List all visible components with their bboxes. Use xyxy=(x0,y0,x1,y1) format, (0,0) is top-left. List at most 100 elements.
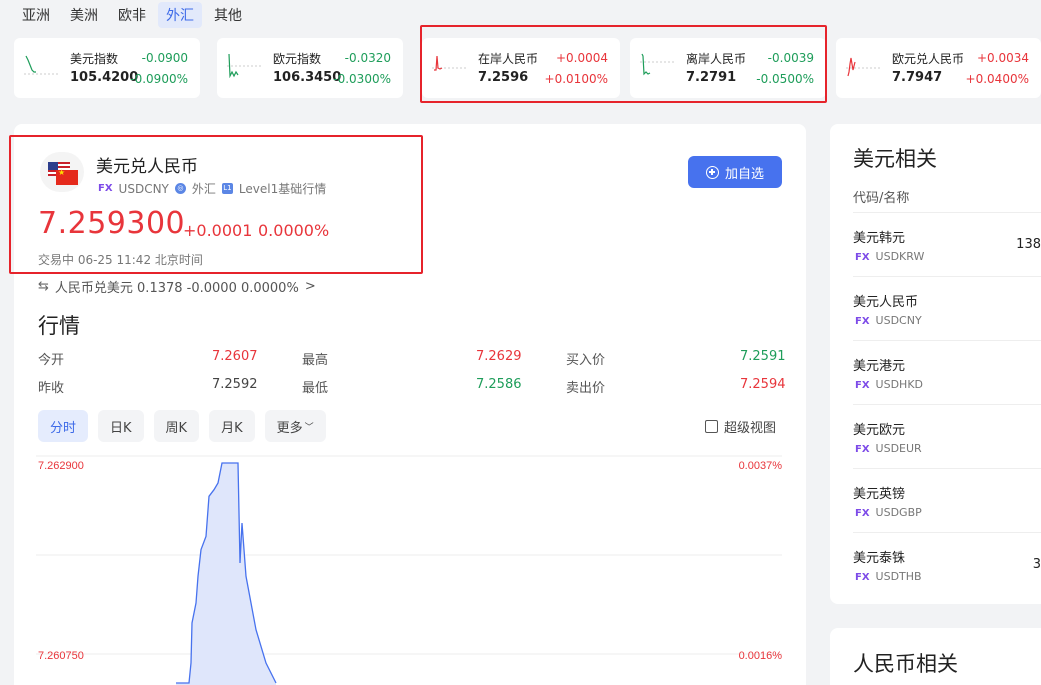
level-badge-icon: L1 xyxy=(221,183,233,194)
fx-tag: FX xyxy=(855,316,870,327)
related-item-name: 美元韩元 xyxy=(853,231,906,246)
tab-asia[interactable]: 亚洲 xyxy=(14,2,58,28)
stat-value-open: 7.2607 xyxy=(212,349,258,364)
ticker-pct: -0.0900% xyxy=(130,72,188,86)
y-tick-right-mid: 0.0016% xyxy=(739,650,783,662)
cny-related-title: 人民币相关 xyxy=(853,652,958,676)
fx-tag: FX xyxy=(855,508,870,519)
ticker-card-onshore-cny[interactable]: 在岸人民币 7.2596 +0.0004 +0.0100% xyxy=(422,38,620,98)
related-item-code: USDTHB xyxy=(875,570,922,583)
related-item-name: 美元港元 xyxy=(853,359,906,374)
trading-status: 交易中 06-25 11:42 北京时间 xyxy=(38,253,203,267)
tab-more[interactable]: 更多 ﹀ xyxy=(264,410,326,442)
ticker-pct: -0.0300% xyxy=(333,72,391,86)
ticker-price: 7.2791 xyxy=(686,70,737,85)
stat-label-high: 最高 xyxy=(302,353,329,368)
ticker-price: 7.7947 xyxy=(892,70,943,85)
ticker-card-eur-cny[interactable]: 欧元兑人民币 7.7947 +0.0034 +0.0400% xyxy=(836,38,1041,98)
ticker-change: -0.0900 xyxy=(141,51,188,65)
tab-monthly-k[interactable]: 月K xyxy=(209,410,255,442)
column-header-code-name: 代码/名称 xyxy=(853,191,910,206)
usd-related-title: 美元相关 xyxy=(853,147,937,171)
china-flag-icon xyxy=(56,168,78,185)
sparkline-icon xyxy=(227,53,263,78)
sparkline-icon xyxy=(24,55,60,75)
fx-tag: FX xyxy=(855,380,870,391)
stat-value-bid: 7.2591 xyxy=(740,349,786,364)
ticker-card-offshore-cny[interactable]: 离岸人民币 7.2791 -0.0039 -0.0500% xyxy=(630,38,826,98)
stat-value-prev-close: 7.2592 xyxy=(212,377,258,392)
related-item-usdthb[interactable]: 美元泰铢 FX USDTHB 3 xyxy=(853,532,1041,596)
fx-tag: FX xyxy=(855,572,870,583)
tab-other[interactable]: 其他 xyxy=(206,2,250,28)
related-item-usdgbp[interactable]: 美元英镑 FX USDGBP xyxy=(853,468,1041,532)
fx-tag: FX xyxy=(855,252,870,263)
ticker-name: 在岸人民币 xyxy=(478,52,539,66)
ticker-name: 欧元兑人民币 xyxy=(892,52,965,66)
related-item-name: 美元英镑 xyxy=(853,487,906,502)
related-item-code: USDCNY xyxy=(875,314,922,327)
stat-label-low: 最低 xyxy=(302,381,329,396)
y-tick-right-top: 0.0037% xyxy=(739,460,783,472)
related-item-code: USDHKD xyxy=(875,378,924,391)
related-item-name: 美元泰铢 xyxy=(853,551,906,566)
y-tick-left-top: 7.262900 xyxy=(38,460,84,472)
expand-view-icon xyxy=(705,420,718,433)
add-to-watchlist-button[interactable]: 加自选 xyxy=(688,156,782,188)
y-tick-left-mid: 7.260750 xyxy=(38,650,84,662)
ticker-pct: +0.0400% xyxy=(965,72,1029,86)
sparkline-icon xyxy=(432,55,468,71)
related-item-value: 138 xyxy=(1016,237,1041,252)
related-item-code: USDEUR xyxy=(875,442,922,455)
instrument-category: 外汇 xyxy=(191,182,216,196)
tab-americas[interactable]: 美洲 xyxy=(62,2,106,28)
related-item-name: 美元欧元 xyxy=(853,423,906,438)
stat-label-open: 今开 xyxy=(38,353,65,368)
currency-pair-flag-icon xyxy=(40,152,86,192)
add-button-label: 加自选 xyxy=(724,166,764,182)
instrument-code: USDCNY xyxy=(118,181,169,196)
tab-intraday[interactable]: 分时 xyxy=(38,410,89,442)
tab-europe-africa[interactable]: 欧非 xyxy=(110,2,154,28)
current-price: 7.259300 xyxy=(38,206,186,241)
chevron-right-icon: > xyxy=(304,279,316,294)
price-change: +0.0001 xyxy=(183,221,253,240)
tab-forex[interactable]: 外汇 xyxy=(158,2,202,28)
related-item-usdhkd[interactable]: 美元港元 FX USDHKD xyxy=(853,340,1041,404)
ticker-change: -0.0320 xyxy=(344,51,391,65)
ticker-change: +0.0034 xyxy=(976,51,1029,65)
ticker-name: 欧元指数 xyxy=(273,52,322,66)
ticker-pct: +0.0100% xyxy=(544,72,608,86)
ticker-name: 美元指数 xyxy=(70,52,119,66)
fx-tag: FX xyxy=(855,444,870,455)
related-item-usdkrw[interactable]: 美元韩元 FX USDKRW 138 xyxy=(853,212,1041,276)
sparkline-icon xyxy=(846,57,882,77)
related-item-code: USDGBP xyxy=(875,506,922,519)
related-item-value: 3 xyxy=(1032,557,1041,572)
price-change-pct: 0.0000% xyxy=(258,221,330,240)
inverse-rate-text: 人民币兑美元 0.1378 -0.0000 0.0000% xyxy=(54,281,299,296)
stat-value-ask: 7.2594 xyxy=(740,377,786,392)
quote-level: Level1基础行情 xyxy=(238,182,327,196)
market-section-title: 行情 xyxy=(38,314,80,338)
more-label: 更多 xyxy=(276,420,303,436)
stat-value-high: 7.2629 xyxy=(476,349,522,364)
tab-weekly-k[interactable]: 周K xyxy=(153,410,200,442)
fx-tag: FX xyxy=(98,183,113,194)
ticker-change: +0.0004 xyxy=(555,51,608,65)
stat-value-low: 7.2586 xyxy=(476,377,522,392)
region-tabs: 亚洲 美洲 欧非 外汇 其他 xyxy=(14,2,250,28)
tab-daily-k[interactable]: 日K xyxy=(98,410,144,442)
ticker-pct: -0.0500% xyxy=(756,72,814,86)
inverse-rate-link[interactable]: ⇆ 人民币兑美元 0.1378 -0.0000 0.0000% > xyxy=(38,277,316,296)
sparkline-icon xyxy=(640,53,676,76)
intraday-chart: 7.262900 7.260750 0.0037% 0.0016% xyxy=(36,455,783,685)
stat-label-ask: 卖出价 xyxy=(566,381,606,396)
ticker-card-eur-index[interactable]: 欧元指数 106.3450 -0.0320 -0.0300% xyxy=(217,38,403,98)
related-item-usdcny[interactable]: 美元人民币 FX USDCNY xyxy=(853,276,1041,340)
related-item-usdeur[interactable]: 美元欧元 FX USDEUR xyxy=(853,404,1041,468)
super-view-label: 超级视图 xyxy=(724,421,777,436)
swap-arrows-icon: ⇆ xyxy=(38,279,49,294)
super-view-button[interactable]: 超级视图 xyxy=(705,417,776,436)
ticker-card-usd-index[interactable]: 美元指数 105.4200 -0.0900 -0.0900% xyxy=(14,38,200,98)
